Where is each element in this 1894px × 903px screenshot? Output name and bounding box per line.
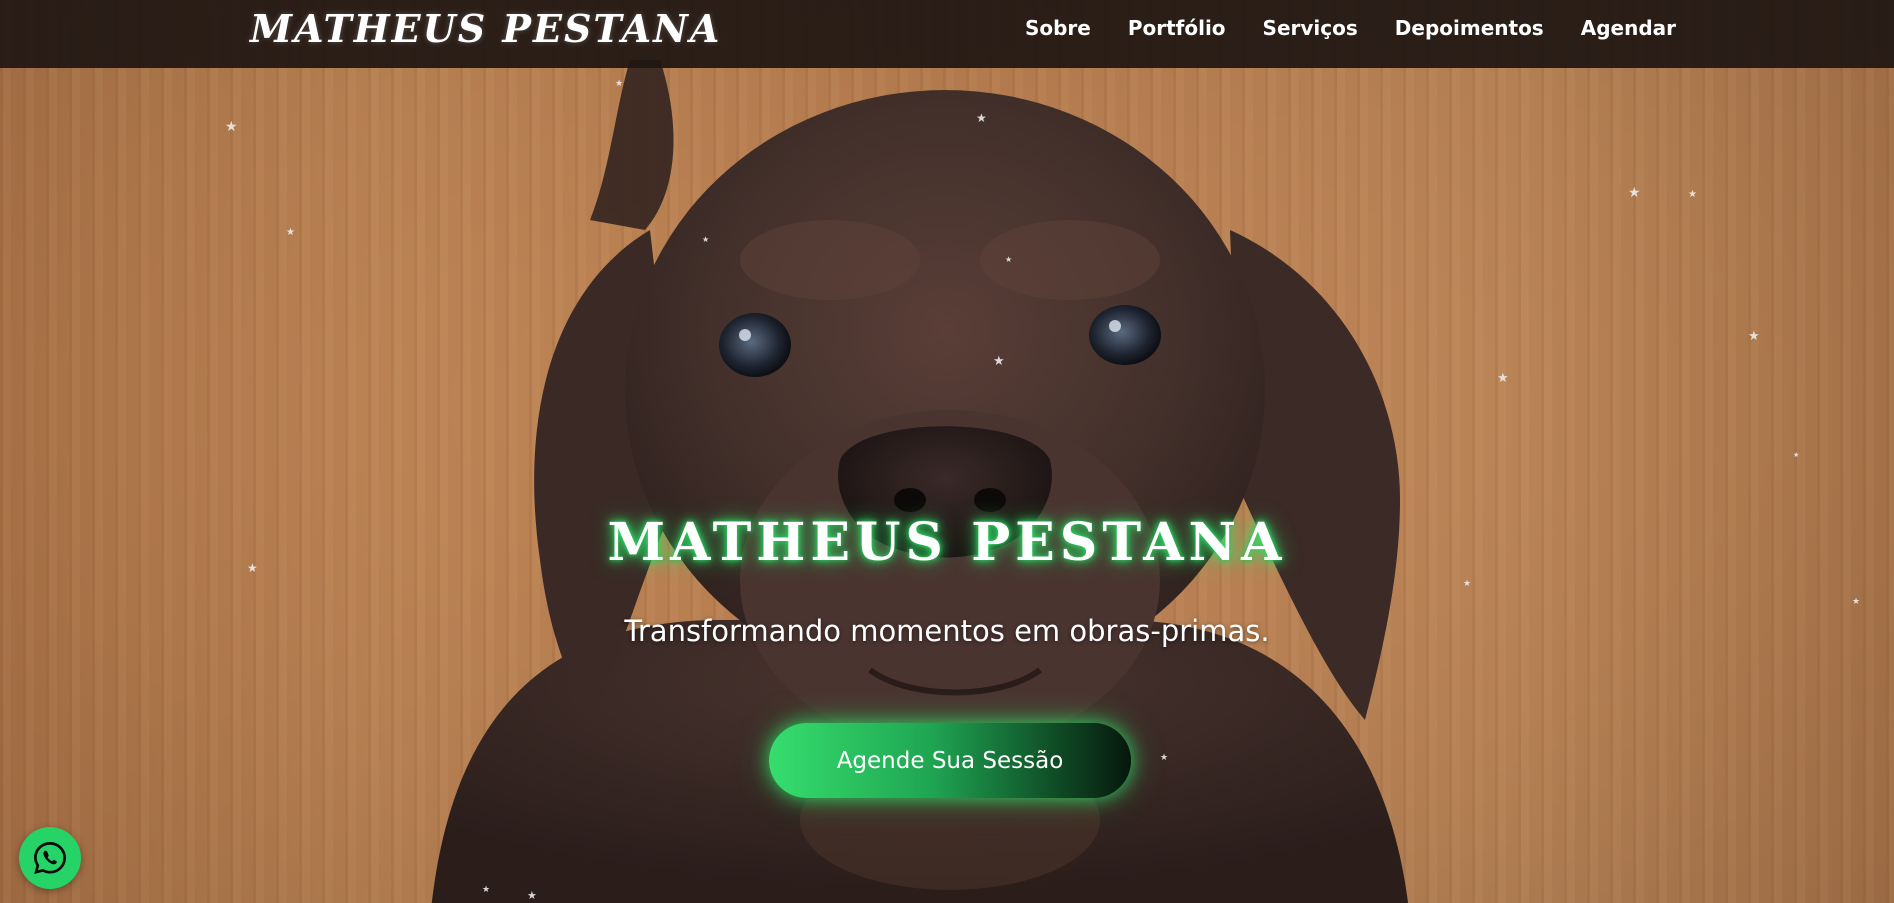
whatsapp-button[interactable] — [19, 827, 81, 889]
star-icon: ★ — [1497, 371, 1509, 386]
star-icon: ★ — [225, 119, 238, 135]
star-icon: ★ — [702, 235, 710, 244]
star-icon: ★ — [615, 79, 624, 89]
star-icon: ★ — [286, 227, 295, 238]
nav-item-portfolio[interactable]: Portfólio — [1128, 16, 1226, 40]
nav-item-depoimentos[interactable]: Depoimentos — [1395, 16, 1544, 40]
hero-subtitle: Transformando momentos em obras-primas. — [624, 614, 1270, 648]
schedule-session-button[interactable]: Agende Sua Sessão — [769, 723, 1131, 798]
star-icon: ★ — [1628, 185, 1641, 201]
star-icon: ★ — [1793, 451, 1800, 459]
star-icon: ★ — [976, 111, 987, 125]
main-nav: Sobre Portfólio Serviços Depoimentos Age… — [1025, 16, 1676, 40]
site-header: MATHEUS PESTANA Sobre Portfólio Serviços… — [0, 0, 1894, 68]
nav-item-sobre[interactable]: Sobre — [1025, 16, 1091, 40]
star-icon: ★ — [482, 885, 491, 895]
page: ★ ★ ★ ★ ★ ★ ★ ★ ★ ★ ★ ★ ★ ★ ★ ★ ★ ★ MATH… — [0, 0, 1894, 903]
star-icon: ★ — [527, 889, 537, 902]
star-icon: ★ — [1005, 255, 1013, 264]
hero-title: MATHEUS PESTANA — [607, 512, 1287, 573]
star-icon: ★ — [1852, 597, 1861, 607]
star-icon: ★ — [1748, 329, 1760, 344]
star-icon: ★ — [993, 354, 1005, 369]
star-icon: ★ — [1463, 579, 1472, 589]
whatsapp-icon — [34, 842, 66, 875]
nav-item-servicos[interactable]: Serviços — [1263, 16, 1358, 40]
star-icon: ★ — [1160, 753, 1169, 763]
star-icon: ★ — [1688, 189, 1697, 200]
site-logo[interactable]: MATHEUS PESTANA — [250, 6, 721, 51]
nav-item-agendar[interactable]: Agendar — [1581, 16, 1676, 40]
